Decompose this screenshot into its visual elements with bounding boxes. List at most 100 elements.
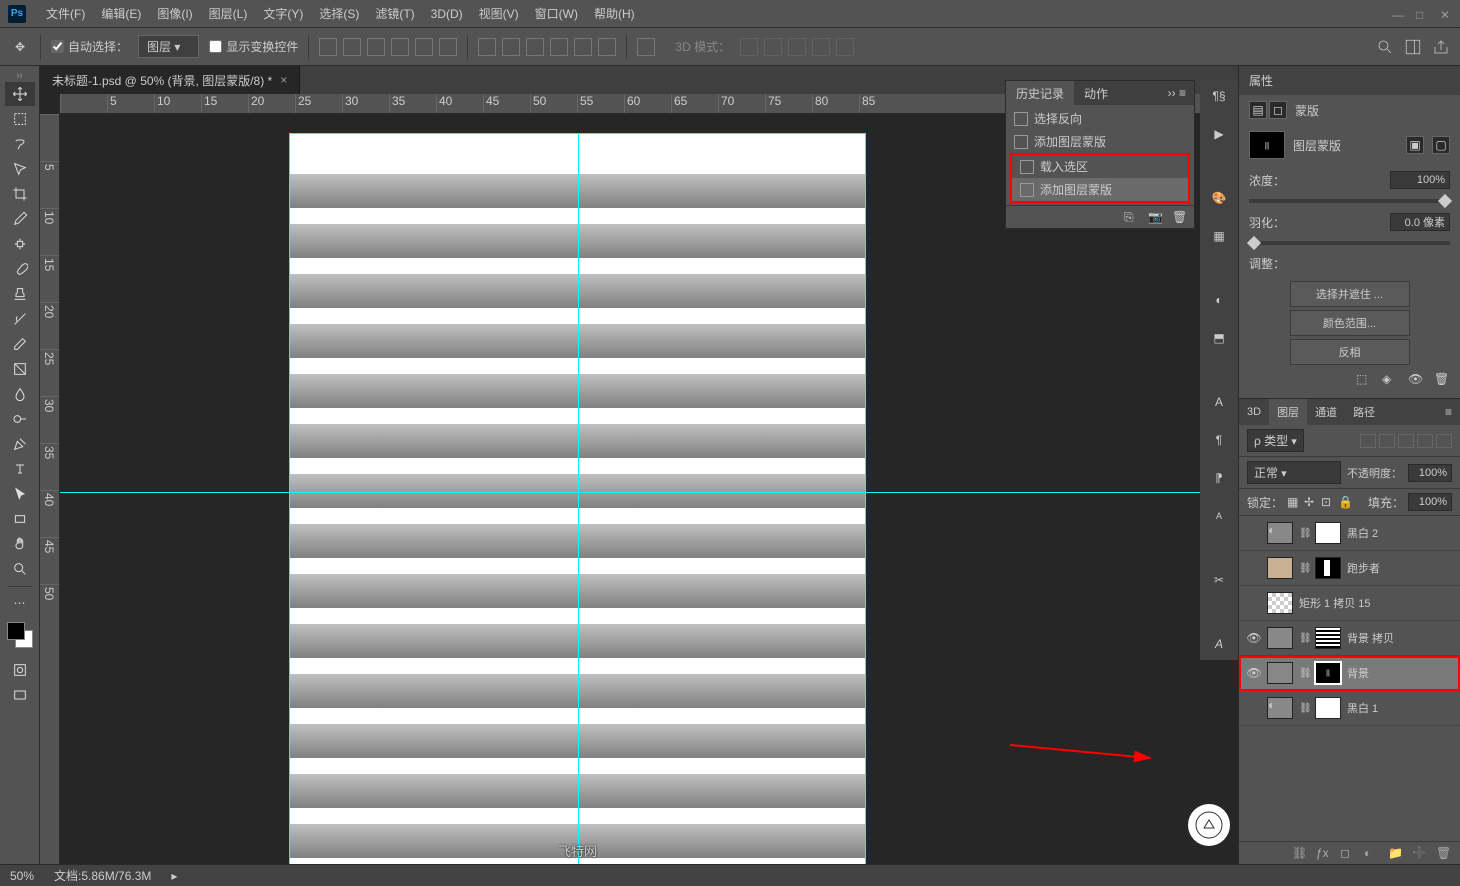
menu-layer[interactable]: 图层(L) <box>201 5 256 22</box>
history-item[interactable]: 载入选区 <box>1012 155 1188 178</box>
zoom-tool[interactable] <box>5 557 35 581</box>
layer-thumb[interactable] <box>1267 662 1293 684</box>
visibility-toggle[interactable] <box>1247 526 1261 540</box>
new-group-icon[interactable]: 📁 <box>1388 846 1404 860</box>
mask-thumb[interactable] <box>1315 697 1341 719</box>
distribute-right-icon[interactable] <box>598 38 616 56</box>
menu-filter[interactable]: 滤镜(T) <box>367 5 422 22</box>
layer-row[interactable]: ◐ ⛓ 黑白 2 <box>1239 516 1460 551</box>
move-tool[interactable] <box>5 82 35 106</box>
dodge-tool[interactable] <box>5 407 35 431</box>
color-range-button[interactable]: 颜色范围... <box>1290 310 1410 336</box>
visibility-toggle[interactable] <box>1247 561 1261 575</box>
dock-brush-settings-icon[interactable]: ✂ <box>1209 570 1229 590</box>
blend-mode-select[interactable]: 正常 ▾ <box>1247 461 1341 484</box>
dock-paragraph-icon[interactable]: ¶ <box>1209 430 1229 450</box>
doc-info-arrow[interactable]: ▸ <box>171 869 177 883</box>
distribute-left-icon[interactable] <box>550 38 568 56</box>
auto-select-checkbox[interactable]: 自动选择： <box>51 38 128 55</box>
adjustment-thumb[interactable]: ◐ <box>1267 522 1293 544</box>
artboard[interactable]: 飞特网 FEVTE.COM <box>290 134 865 864</box>
visibility-toggle[interactable] <box>1247 701 1261 715</box>
invert-button[interactable]: 反相 <box>1290 339 1410 365</box>
menu-select[interactable]: 选择(S) <box>311 5 367 22</box>
stamp-tool[interactable] <box>5 282 35 306</box>
distribute-vcenter-icon[interactable] <box>502 38 520 56</box>
show-transform-checkbox[interactable]: 显示变换控件 <box>209 38 298 55</box>
dock-color-icon[interactable]: 🎨 <box>1209 188 1229 208</box>
menu-view[interactable]: 视图(V) <box>471 5 527 22</box>
layers-panel-menu-icon[interactable]: ≡ <box>1437 405 1460 419</box>
move-tool-icon[interactable]: ✥ <box>10 37 30 57</box>
minimize-icon[interactable]: — <box>1392 8 1404 20</box>
delete-mask-icon[interactable]: 🗑 <box>1434 372 1450 386</box>
add-vector-mask-icon[interactable]: ▢ <box>1432 136 1450 154</box>
visibility-toggle[interactable]: 👁 <box>1247 666 1261 680</box>
density-input[interactable] <box>1390 171 1450 189</box>
search-icon[interactable] <box>1376 38 1394 56</box>
rectangle-tool[interactable] <box>5 507 35 531</box>
close-icon[interactable]: ✕ <box>1440 8 1452 20</box>
auto-align-icon[interactable] <box>637 38 655 56</box>
ruler-vertical[interactable]: 5101520253035404550 <box>40 114 60 864</box>
distribute-hcenter-icon[interactable] <box>574 38 592 56</box>
align-bottom-icon[interactable] <box>367 38 385 56</box>
dock-character-icon[interactable]: A <box>1209 392 1229 412</box>
share-icon[interactable] <box>1432 38 1450 56</box>
quick-select-tool[interactable] <box>5 157 35 181</box>
blur-tool[interactable] <box>5 382 35 406</box>
menu-edit[interactable]: 编辑(E) <box>93 5 149 22</box>
lock-artboard-icon[interactable]: ⊡ <box>1321 495 1335 509</box>
tab-paths[interactable]: 路径 <box>1345 399 1383 425</box>
link-icon[interactable]: ⛓ <box>1299 668 1309 679</box>
delete-state-icon[interactable]: 🗑 <box>1172 210 1186 224</box>
link-icon[interactable]: ⛓ <box>1299 703 1309 714</box>
eyedropper-tool[interactable] <box>5 207 35 231</box>
mask-thumb[interactable]: || <box>1315 662 1341 684</box>
screenmode-tool[interactable] <box>5 683 35 707</box>
link-icon[interactable]: ⛓ <box>1299 528 1309 539</box>
visibility-toggle[interactable]: 👁 <box>1247 631 1261 645</box>
layer-row[interactable]: ⛓ 跑步者 <box>1239 551 1460 586</box>
filter-type-icon[interactable] <box>1398 434 1414 448</box>
zoom-value[interactable]: 50% <box>10 869 34 883</box>
align-vcenter-icon[interactable] <box>343 38 361 56</box>
menu-help[interactable]: 帮助(H) <box>586 5 643 22</box>
tab-channels[interactable]: 通道 <box>1307 399 1345 425</box>
maximize-icon[interactable]: □ <box>1416 8 1428 20</box>
history-item[interactable]: 添加图层蒙版 <box>1012 178 1188 201</box>
tab-history[interactable]: 历史记录 <box>1006 81 1074 105</box>
healing-tool[interactable] <box>5 232 35 256</box>
menu-type[interactable]: 文字(Y) <box>255 5 311 22</box>
link-icon[interactable]: ⛓ <box>1299 633 1309 644</box>
align-right-icon[interactable] <box>439 38 457 56</box>
dock-play-icon[interactable]: ▶ <box>1209 124 1229 144</box>
feather-slider[interactable] <box>1249 241 1450 245</box>
tab-close-icon[interactable]: × <box>280 73 287 87</box>
history-collapse-icon[interactable]: ›› ≡ <box>1160 86 1194 100</box>
density-slider[interactable] <box>1249 199 1450 203</box>
align-left-icon[interactable] <box>391 38 409 56</box>
marquee-tool[interactable] <box>5 107 35 131</box>
menu-file[interactable]: 文件(F) <box>38 5 93 22</box>
dock-paragraph-styles-icon[interactable]: ¶§ <box>1209 86 1229 106</box>
opacity-input[interactable] <box>1408 464 1452 482</box>
type-tool[interactable] <box>5 457 35 481</box>
gradient-tool[interactable] <box>5 357 35 381</box>
layer-thumb[interactable] <box>1267 557 1293 579</box>
mask-thumb[interactable] <box>1315 522 1341 544</box>
auto-select-target[interactable]: 图层 ▾ <box>138 35 199 58</box>
layer-thumb[interactable] <box>1267 627 1293 649</box>
filter-shape-icon[interactable] <box>1417 434 1433 448</box>
lock-position-icon[interactable]: ✢ <box>1304 495 1318 509</box>
eraser-tool[interactable] <box>5 332 35 356</box>
dock-adjustments-icon[interactable]: ◐ <box>1209 290 1229 310</box>
pen-tool[interactable] <box>5 432 35 456</box>
layer-fx-icon[interactable]: ƒx <box>1316 846 1332 860</box>
apply-mask-icon[interactable]: ◈ <box>1382 372 1398 386</box>
mask-thumb[interactable] <box>1315 627 1341 649</box>
filter-adjust-icon[interactable] <box>1379 434 1395 448</box>
menu-window[interactable]: 窗口(W) <box>527 5 586 22</box>
align-top-icon[interactable] <box>319 38 337 56</box>
delete-layer-icon[interactable]: 🗑 <box>1436 846 1452 860</box>
